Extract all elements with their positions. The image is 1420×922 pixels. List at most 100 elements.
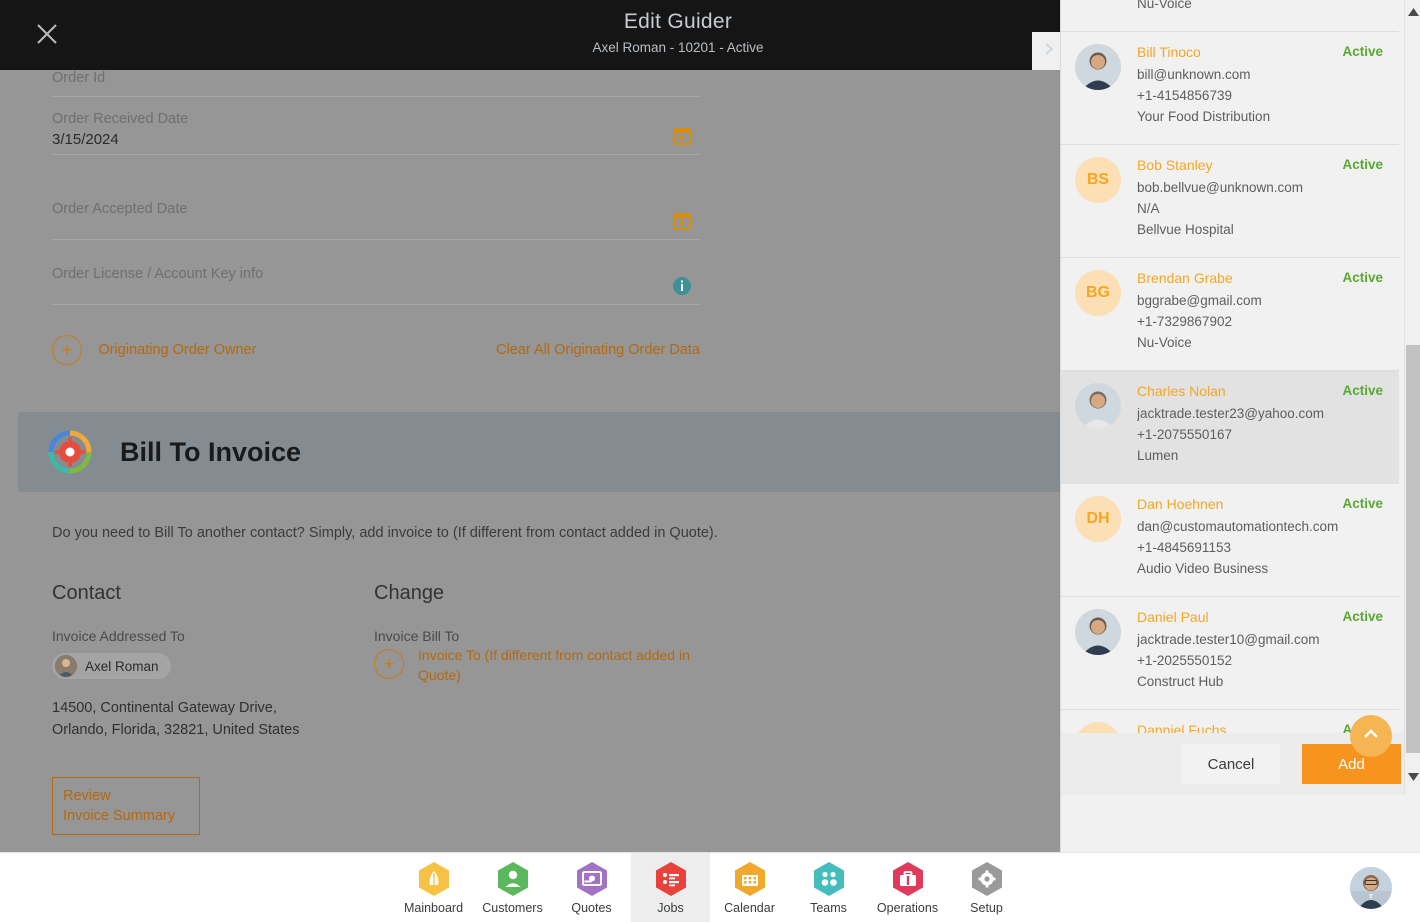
- review-invoice-summary-button[interactable]: Review Invoice Summary: [52, 777, 200, 835]
- nav-item-jobs[interactable]: Jobs: [631, 852, 710, 922]
- field-order-license[interactable]: Order License / Account Key info: [52, 266, 700, 305]
- nav-item-operations[interactable]: Operations: [868, 853, 947, 922]
- status-badge: Active: [1342, 157, 1383, 172]
- invoice-addressed-to-label: Invoice Addressed To: [52, 628, 185, 644]
- field-value: 3/15/2024: [52, 131, 119, 148]
- nav-item-label: Customers: [482, 901, 543, 915]
- avatar-initials: BS: [1086, 171, 1110, 188]
- contact-list-item[interactable]: BG Brendan Grabe bggrabe@gmail.com +1-73298…: [1061, 258, 1399, 371]
- nav-item-calendar[interactable]: Calendar: [710, 853, 789, 922]
- avatar: [1075, 383, 1121, 429]
- customers-icon: [494, 860, 532, 898]
- calendar-icon: [731, 860, 769, 898]
- contact-company: Your Food Distribution: [1137, 109, 1271, 124]
- contact-company: Nu-Voice: [1137, 335, 1192, 350]
- avatar: DH: [1075, 496, 1121, 542]
- gear-cycle-logo-icon: [46, 428, 94, 476]
- avatar-photo: [1075, 44, 1121, 90]
- contact-list-item[interactable]: BS Bob Stanley bob.bellvue@unknown.com N/A B…: [1061, 145, 1399, 258]
- nav-item-label: Calendar: [724, 901, 775, 915]
- invoice-addressed-to-chip[interactable]: Axel Roman: [52, 653, 171, 679]
- user-avatar[interactable]: [1350, 867, 1392, 909]
- avatar: [55, 655, 77, 677]
- contact-column-heading: Contact: [52, 582, 121, 604]
- nav-item-customers[interactable]: Customers: [473, 853, 552, 922]
- status-badge: Active: [1342, 383, 1383, 398]
- contact-list-item[interactable]: Bill Tinoco bill@unknown.com +1-4154856739…: [1061, 32, 1399, 145]
- contact-phone: +1-2075550167: [1137, 427, 1232, 442]
- review-button-line-1: Review: [63, 788, 111, 804]
- teams-icon: [810, 860, 848, 898]
- scrollbar-up-arrow-icon[interactable]: [1405, 4, 1420, 20]
- scroll-to-top-button[interactable]: [1350, 715, 1392, 757]
- plus-icon[interactable]: +: [52, 335, 82, 365]
- change-column-heading: Change: [374, 582, 445, 604]
- contact-email: bggrabe@gmail.com: [1137, 293, 1262, 308]
- avatar-initials: BG: [1086, 284, 1110, 301]
- field-label: Order Received Date: [52, 111, 189, 127]
- nav-item-setup[interactable]: Setup: [947, 853, 1026, 922]
- section-description: Do you need to Bill To another contact? …: [52, 525, 718, 541]
- bottom-navigation: Mainboard Customers Quotes Jobs Calendar Team…: [0, 852, 1420, 922]
- invoice-bill-to-label: Invoice Bill To: [374, 628, 460, 644]
- contact-list-item[interactable]: bpalms@nu-voice.comN/ANu-Voice: [1061, 0, 1399, 32]
- chevron-right-icon: [1041, 41, 1057, 62]
- plus-icon[interactable]: +: [374, 649, 404, 679]
- contact-company: Lumen: [1137, 448, 1179, 463]
- contact-info: bpalms@nu-voice.comN/ANu-Voice: [1137, 0, 1385, 17]
- field-label: Order Id: [52, 70, 106, 86]
- address-line-1: 14500, Continental Gateway Drive,: [52, 700, 277, 716]
- contact-list-item[interactable]: Daniel Paul jacktrade.tester10@gmail.com +…: [1061, 597, 1399, 710]
- nav-item-mainboard[interactable]: Mainboard: [394, 853, 473, 922]
- contact-email: jacktrade.tester10@gmail.com: [1137, 632, 1320, 647]
- avatar: BG: [1075, 270, 1121, 316]
- contact-email: bill@unknown.com: [1137, 67, 1251, 82]
- contact-phone: +1-4154856739: [1137, 88, 1232, 103]
- nav-item-label: Mainboard: [403, 901, 464, 915]
- review-button-line-2: Invoice Summary: [63, 808, 176, 824]
- cancel-button[interactable]: Cancel: [1182, 744, 1280, 784]
- avatar: BS: [1075, 157, 1121, 203]
- billing-address: 14500, Continental Gateway Drive, Orland…: [52, 697, 299, 741]
- info-icon[interactable]: [672, 276, 692, 296]
- app-root: Edit Guider Axel Roman - 10201 - Active …: [0, 0, 1420, 922]
- contact-list-item[interactable]: DH Dan Hoehnen dan@customautomationtech.co…: [1061, 484, 1399, 597]
- field-order-received-date[interactable]: Order Received Date 3/15/2024: [52, 111, 700, 155]
- contact-picker-drawer: bpalms@nu-voice.comN/ANu-VoiceBill Tinoc…: [1060, 0, 1420, 852]
- calendar-icon[interactable]: [672, 211, 692, 231]
- status-badge: Active: [1342, 270, 1383, 285]
- setup-icon: [968, 860, 1006, 898]
- nav-items: Mainboard Customers Quotes Jobs Calendar Team…: [394, 852, 1026, 922]
- nav-item-quotes[interactable]: Quotes: [552, 853, 631, 922]
- scrollbar-thumb[interactable]: [1406, 345, 1420, 753]
- clear-all-originating-order-data-link[interactable]: Clear All Originating Order Data: [496, 342, 700, 358]
- nav-item-label: Teams: [810, 901, 847, 915]
- contact-company: Construct Hub: [1137, 674, 1224, 689]
- contact-list-item[interactable]: Charles Nolan jacktrade.tester23@yahoo.co…: [1061, 371, 1399, 484]
- invoice-to-link[interactable]: Invoice To (If different from contact ad…: [418, 645, 698, 685]
- calendar-icon[interactable]: [672, 126, 692, 146]
- operations-icon: [889, 860, 927, 898]
- field-label: Order Accepted Date: [52, 201, 188, 217]
- nav-item-label: Quotes: [571, 901, 612, 915]
- status-badge: Active: [1342, 496, 1383, 511]
- contact-company: Audio Video Business: [1137, 561, 1269, 576]
- contact-list[interactable]: bpalms@nu-voice.comN/ANu-VoiceBill Tinoc…: [1061, 0, 1399, 795]
- mainboard-icon: [415, 860, 453, 898]
- field-label: Order License / Account Key info: [52, 266, 264, 282]
- nav-item-teams[interactable]: Teams: [789, 853, 868, 922]
- field-value: [52, 90, 700, 96]
- avatar-photo: [1075, 383, 1121, 429]
- chevron-up-icon: [1361, 724, 1381, 749]
- scrollbar-down-arrow-icon[interactable]: [1405, 769, 1420, 785]
- avatar-photo: [1075, 609, 1121, 655]
- jobs-icon: [652, 860, 690, 898]
- field-order-accepted-date[interactable]: Order Accepted Date: [52, 201, 700, 240]
- originating-order-owner-link[interactable]: Originating Order Owner: [98, 342, 256, 358]
- contact-phone: N/A: [1137, 201, 1160, 216]
- nav-item-label: Operations: [876, 901, 939, 915]
- nav-item-label: Jobs: [657, 901, 684, 915]
- field-order-id[interactable]: Order Id: [52, 70, 700, 97]
- scrollbar-track[interactable]: [1404, 0, 1420, 795]
- avatar: [1075, 44, 1121, 90]
